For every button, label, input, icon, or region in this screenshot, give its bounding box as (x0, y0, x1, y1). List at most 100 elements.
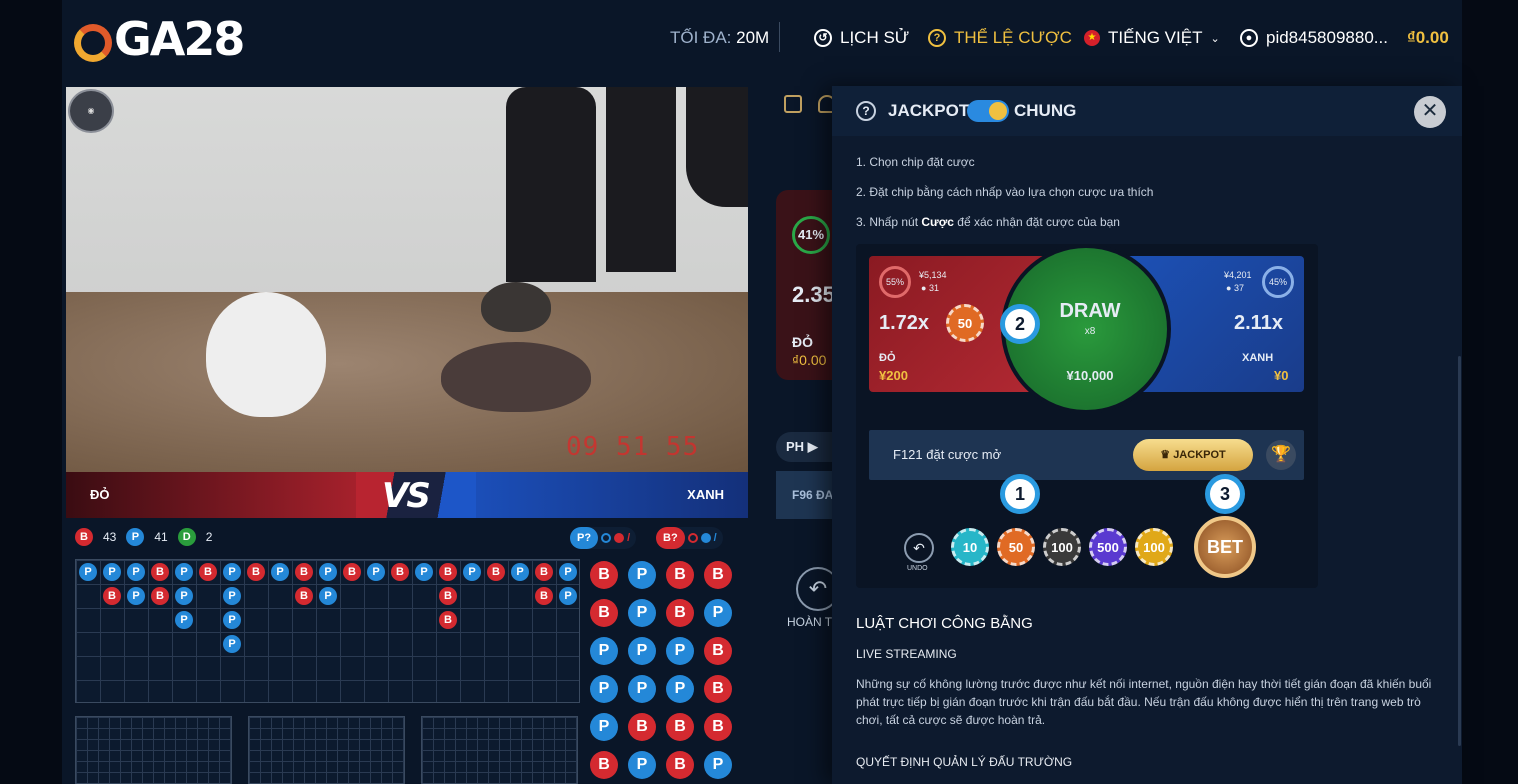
red-percent: 41% (792, 216, 830, 254)
stream-logo: ◉ (68, 89, 114, 133)
p-count-icon: P (126, 528, 145, 546)
demo-status: F121 đặt cược mở (893, 447, 1002, 462)
demo-jackpot-button: ♛ JACKPOT (1133, 439, 1253, 471)
demo-blue-percent: 45% (1262, 266, 1294, 298)
game-app: GA28 TỐI ĐA: 20M ↺ LỊCH SỬ ? THỂ LỆ CƯỢC ★… (0, 0, 1518, 784)
p-count: 41 (154, 530, 168, 544)
step-marker-2: 2 (1000, 304, 1040, 344)
bead-cell: B (590, 751, 618, 779)
bead-cell: B (666, 751, 694, 779)
vs-text: VS (382, 476, 431, 516)
help-icon[interactable]: ? (856, 101, 876, 121)
step-1: 1. Chọn chip đặt cược (856, 155, 975, 169)
blue-side-label: XANH (687, 487, 724, 502)
big-road-cell: P (511, 563, 529, 581)
big-road-cell: B (439, 611, 457, 629)
bead-cell: B (590, 561, 618, 589)
demo-red-odds: 1.72x (879, 312, 930, 334)
step-3-tail: để xác nhận đặt cược của bạn (953, 215, 1120, 229)
step-3-head: 3. Nhấp nút (856, 215, 922, 229)
logo-ring-icon (74, 23, 112, 62)
demo-blue-label: XANH (1242, 352, 1274, 364)
bead-cell: P (704, 599, 732, 627)
jackpot-toggle[interactable] (967, 100, 1009, 122)
demo-chip: 10 (951, 528, 989, 566)
panel-scrollbar[interactable] (1458, 356, 1461, 746)
demo-draw-amount: ¥10,000 (1066, 368, 1114, 383)
red-odds: 2.35 (792, 282, 835, 307)
big-road-cell: P (223, 635, 241, 653)
big-road-cell: B (535, 563, 553, 581)
handler-arm (686, 87, 748, 207)
b-count-icon: B (75, 528, 93, 546)
b-predict-button[interactable]: B? / (656, 527, 723, 549)
user-account[interactable]: ● pid845809880... (1240, 28, 1388, 48)
bead-cell: P (628, 599, 656, 627)
step-3-bold: Cược (921, 215, 954, 229)
live-video[interactable]: ◉ 09 51 55 (66, 87, 748, 472)
bead-cell: P (590, 637, 618, 665)
demo-blue-amount: ¥0 (1274, 368, 1289, 383)
big-road-cell: P (463, 563, 481, 581)
derived-road-3 (421, 716, 578, 784)
demo-red-players-count: 31 (928, 283, 939, 293)
derived-road-2 (248, 716, 405, 784)
rules-link[interactable]: ? THỂ LỆ CƯỢC (928, 28, 1072, 48)
bead-cell: B (704, 637, 732, 665)
demo-placed-chip: 50 (946, 304, 984, 342)
rules-label: THỂ LỆ CƯỢC (954, 28, 1072, 47)
big-road-cell: P (559, 587, 577, 605)
step-2: 2. Đặt chip bằng cách nhấp vào lựa chọn … (856, 185, 1154, 199)
language-label: TIẾNG VIỆT (1108, 28, 1203, 47)
demo-undo-label: UNDO (907, 565, 928, 572)
bead-cell: P (666, 637, 694, 665)
bead-cell: P (590, 713, 618, 741)
result-counts: B 43 P 41 D2 (75, 528, 212, 546)
dark-rooster-head (481, 282, 551, 332)
username: pid845809880... (1266, 28, 1388, 47)
bead-cell: B (704, 675, 732, 703)
fair-play-title: LUẬT CHƠI CÔNG BẰNG (856, 615, 1033, 632)
language-select[interactable]: ★ TIẾNG VIỆT ⌄ (1084, 28, 1220, 48)
bead-cell: P (628, 675, 656, 703)
bead-cell: B (590, 599, 618, 627)
big-road-cell: P (223, 611, 241, 629)
big-road-cell: P (127, 563, 145, 581)
history-link[interactable]: ↺ LỊCH SỬ (814, 28, 909, 48)
big-road-cell: B (103, 587, 121, 605)
live-streaming-text: Những sự cố không lường trước được như k… (856, 677, 1432, 727)
red-odds-card[interactable]: 41% 2.35 ĐỎ ₫0.00 (776, 190, 836, 380)
calendar-icon[interactable] (784, 95, 802, 113)
predict-dot-icon (614, 533, 625, 543)
big-road-cell: P (367, 563, 385, 581)
max-bet-value: 20M (736, 28, 770, 47)
demo-red-label: ĐỎ (879, 352, 896, 364)
demo-blue-total: ¥4,201 (1224, 270, 1252, 280)
big-road-cell: P (223, 587, 241, 605)
big-road-cell: B (295, 563, 313, 581)
close-button[interactable]: ✕ (1414, 96, 1446, 128)
big-road-cell: P (559, 563, 577, 581)
d-count-icon: D (177, 528, 196, 546)
big-road-cell: B (391, 563, 409, 581)
close-icon: ✕ (1421, 100, 1439, 122)
derived-road-1 (75, 716, 232, 784)
bead-cell: B (704, 561, 732, 589)
big-road-cell: P (175, 587, 193, 605)
question-icon: ? (928, 29, 946, 47)
p-predict-button[interactable]: P? / (570, 527, 637, 549)
bead-cell: B (666, 713, 694, 741)
bead-cell: P (628, 751, 656, 779)
step-marker-3: 3 (1205, 474, 1245, 514)
red-label: ĐỎ (792, 334, 813, 350)
red-amount: ₫0.00 (792, 352, 827, 368)
balance: ₫0.00 (1407, 28, 1449, 47)
bead-cell: B (666, 561, 694, 589)
white-rooster (206, 292, 326, 417)
logo-text: GA28 (114, 12, 245, 66)
big-road-cell: B (295, 587, 313, 605)
ga28-logo[interactable]: GA28 (74, 12, 245, 66)
region-tag[interactable]: PH ▶ (776, 432, 836, 462)
bead-cell: B (666, 599, 694, 627)
demo-red-percent: 55% (879, 266, 911, 298)
